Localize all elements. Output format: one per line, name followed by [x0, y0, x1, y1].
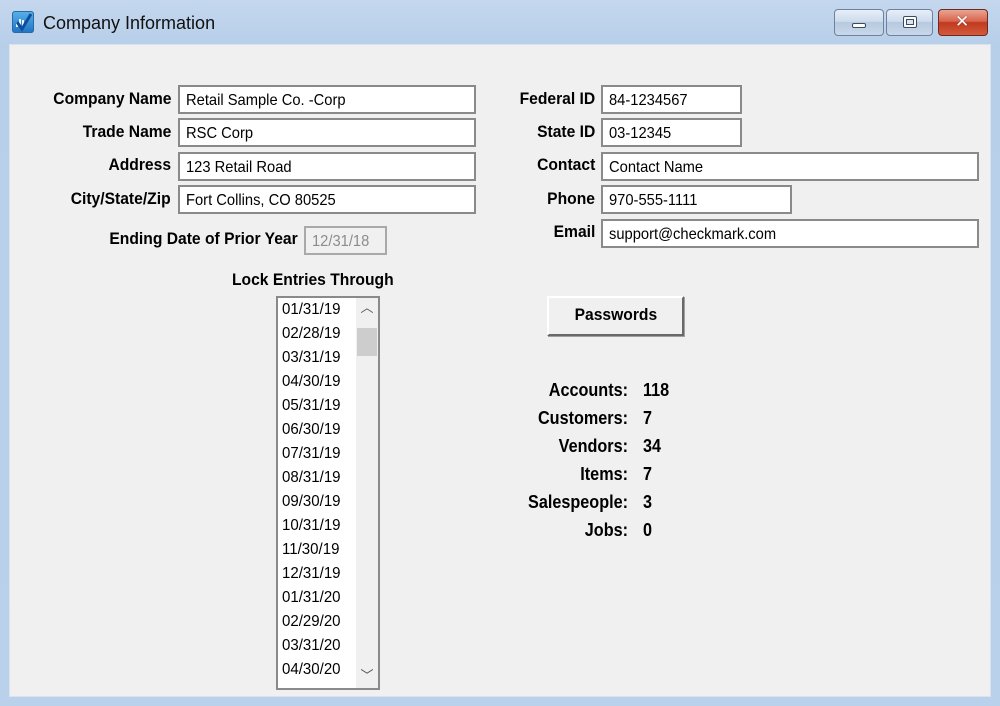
- phone-input[interactable]: 970-555-1111: [601, 185, 792, 214]
- stat-value: 0: [643, 520, 653, 540]
- lock-entries-items: 01/31/19 02/28/19 03/31/19 04/30/19 05/31/19…: [278, 298, 356, 682]
- list-item-text: 02/28/19: [282, 325, 341, 342]
- list-item-text: 08/31/19: [282, 469, 341, 486]
- list-item-text: 06/30/19: [282, 421, 341, 438]
- stat-value: 7: [643, 464, 653, 484]
- list-item-text: 03/31/19: [282, 349, 341, 366]
- lock-entries-label: Lock Entries Through: [232, 270, 394, 289]
- lock-entries-list-item[interactable]: 06/30/19: [278, 418, 356, 442]
- stat-label: Accounts:: [548, 380, 628, 400]
- stat-label: Vendors:: [558, 436, 628, 456]
- scrollbar-thumb[interactable]: [357, 328, 377, 356]
- lock-entries-listbox[interactable]: 01/31/19 02/28/19 03/31/19 04/30/19 05/31/19…: [276, 296, 380, 690]
- address-input[interactable]: 123 Retail Road: [178, 152, 476, 181]
- list-item-text: 02/29/20: [282, 613, 341, 630]
- phone-label: Phone: [547, 189, 595, 208]
- list-item-text: 03/31/20: [282, 637, 341, 654]
- address-label: Address: [108, 155, 171, 174]
- lock-entries-list-item[interactable]: 03/31/19: [278, 346, 356, 370]
- lock-entries-list-item[interactable]: 11/30/19: [278, 538, 356, 562]
- lock-entries-list-item[interactable]: 02/28/19: [278, 322, 356, 346]
- lock-entries-list-item[interactable]: 07/31/19: [278, 442, 356, 466]
- ending-date-value: 12/31/18: [312, 233, 370, 250]
- city-state-zip-value: Fort Collins, CO 80525: [186, 192, 336, 209]
- trade-name-input[interactable]: RSC Corp: [178, 118, 476, 147]
- list-item-text: 04/30/20: [282, 661, 341, 678]
- company-name-value: Retail Sample Co. -Corp: [186, 92, 346, 109]
- ending-date-input: 12/31/18: [304, 226, 387, 255]
- maximize-button[interactable]: [886, 9, 933, 36]
- city-state-zip-input[interactable]: Fort Collins, CO 80525: [178, 185, 476, 214]
- passwords-button[interactable]: Passwords: [547, 296, 684, 336]
- lock-entries-list-item[interactable]: 04/30/19: [278, 370, 356, 394]
- scroll-up-chevron-icon[interactable]: ︿: [356, 298, 378, 320]
- lock-entries-list-item[interactable]: 12/31/19: [278, 562, 356, 586]
- window-title: Company Information: [43, 13, 216, 33]
- app-checkmark-icon: [12, 11, 34, 33]
- state-id-value: 03-12345: [609, 125, 672, 142]
- passwords-button-label: Passwords: [574, 305, 657, 324]
- federal-id-label: Federal ID: [519, 89, 595, 108]
- stat-value: 34: [643, 436, 662, 456]
- close-icon: ✕: [955, 12, 970, 32]
- list-item-text: 10/31/19: [282, 517, 341, 534]
- stat-value: 7: [643, 408, 653, 428]
- contact-label: Contact: [536, 155, 595, 174]
- phone-value: 970-555-1111: [609, 192, 698, 209]
- close-button[interactable]: ✕: [938, 9, 988, 36]
- lock-entries-list-item[interactable]: 08/31/19: [278, 466, 356, 490]
- list-item-text: 04/30/19: [282, 373, 341, 390]
- lock-entries-list-item[interactable]: 09/30/19: [278, 490, 356, 514]
- state-id-label: State ID: [536, 122, 595, 141]
- stat-label: Jobs:: [584, 520, 628, 540]
- list-item-text: 05/31/19: [282, 397, 341, 414]
- federal-id-value: 84-1234567: [609, 92, 688, 109]
- federal-id-input[interactable]: 84-1234567: [601, 85, 742, 114]
- list-item-text: 01/31/20: [282, 589, 341, 606]
- stat-label: Salespeople:: [528, 492, 628, 512]
- title-bar[interactable]: Company Information ✕: [0, 0, 1000, 44]
- minimize-button[interactable]: [834, 9, 884, 36]
- listbox-scrollbar[interactable]: ︿ ﹀: [356, 298, 378, 688]
- minimize-icon: [852, 23, 866, 28]
- ending-date-label: Ending Date of Prior Year: [109, 229, 298, 248]
- lock-entries-list-item[interactable]: 01/31/20: [278, 586, 356, 610]
- list-item-text: 07/31/19: [282, 445, 341, 462]
- list-item-text: 09/30/19: [282, 493, 341, 510]
- list-item-text: 11/30/19: [282, 541, 340, 558]
- lock-entries-list-item[interactable]: 01/31/19: [278, 298, 356, 322]
- company-name-input[interactable]: Retail Sample Co. -Corp: [178, 85, 476, 114]
- company-information-window: Company Information ✕ Company Name Trade…: [0, 0, 1000, 706]
- lock-entries-list-item[interactable]: 02/29/20: [278, 610, 356, 634]
- list-item-text: 01/31/19: [282, 301, 341, 318]
- lock-entries-list-item[interactable]: 10/31/19: [278, 514, 356, 538]
- address-value: 123 Retail Road: [186, 159, 292, 176]
- lock-entries-list-item[interactable]: 05/31/19: [278, 394, 356, 418]
- trade-name-label: Trade Name: [82, 122, 171, 141]
- email-label: Email: [553, 222, 595, 241]
- lock-entries-list-item[interactable]: 03/31/20: [278, 634, 356, 658]
- scroll-down-chevron-icon[interactable]: ﹀: [356, 666, 378, 688]
- stat-value: 3: [643, 492, 653, 512]
- lock-entries-list-item[interactable]: 04/30/20: [278, 658, 356, 682]
- stat-value: 118: [643, 380, 670, 400]
- trade-name-value: RSC Corp: [186, 125, 254, 142]
- company-name-label: Company Name: [52, 89, 171, 108]
- city-state-zip-label: City/State/Zip: [71, 189, 171, 208]
- contact-input[interactable]: Contact Name: [601, 152, 979, 181]
- email-input[interactable]: support@checkmark.com: [601, 219, 979, 248]
- list-item-text: 12/31/19: [282, 565, 341, 582]
- stat-label: Items:: [580, 464, 628, 484]
- client-area: Company Name Trade Name Address City/Sta…: [9, 44, 991, 697]
- maximize-icon: [903, 16, 917, 28]
- contact-value: Contact Name: [609, 159, 704, 176]
- stat-label: Customers:: [537, 408, 628, 428]
- email-value: support@checkmark.com: [609, 226, 777, 243]
- state-id-input[interactable]: 03-12345: [601, 118, 742, 147]
